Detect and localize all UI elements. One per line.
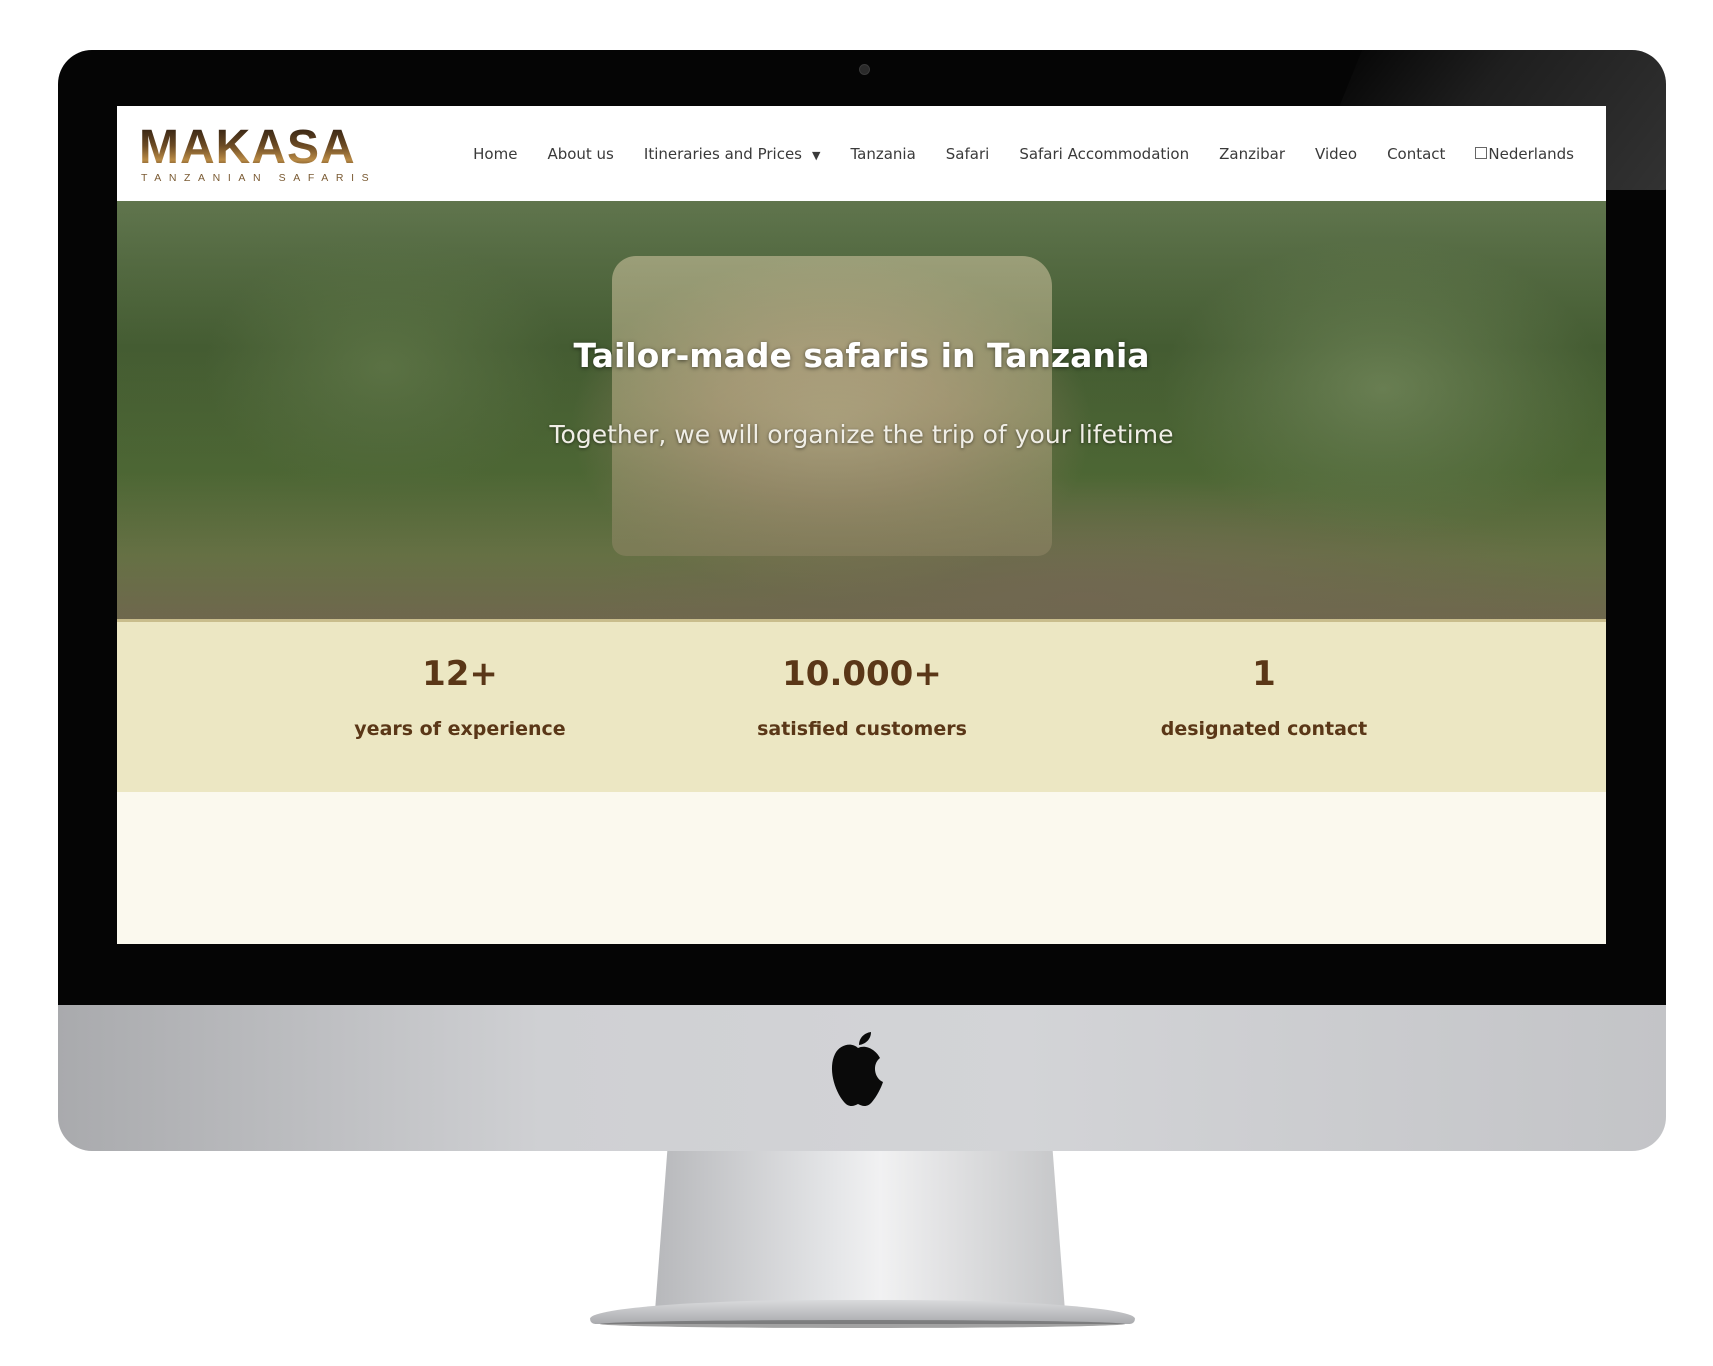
makasa-logo[interactable]: MAKASA TANZANIAN SAFARIS	[139, 124, 379, 186]
imac-stand	[655, 1151, 1065, 1311]
stats-band: 12+ years of experience 10.000+ satisfie…	[117, 619, 1606, 792]
webcam-icon	[859, 64, 870, 75]
stat-number: 12+	[422, 654, 498, 694]
stat-label: years of experience	[354, 718, 566, 740]
stat-contact: 1 designated contact	[1084, 654, 1444, 740]
language-label: Nederlands	[1488, 144, 1574, 163]
nav-contact[interactable]: Contact	[1387, 145, 1445, 163]
safari-vehicle-image	[612, 256, 1052, 556]
nav-tanzania[interactable]: Tanzania	[850, 145, 915, 163]
hero-subtitle: Together, we will organize the trip of y…	[549, 420, 1174, 449]
apple-logo-icon	[831, 1032, 883, 1106]
nav-safari-accommodation[interactable]: Safari Accommodation	[1019, 145, 1189, 163]
logo-wordmark: MAKASA	[139, 121, 356, 174]
nav-zanzibar[interactable]: Zanzibar	[1219, 145, 1285, 163]
site-header: MAKASA TANZANIAN SAFARIS Home About us I…	[117, 106, 1606, 201]
stat-label: designated contact	[1160, 718, 1368, 740]
nav-safari[interactable]: Safari	[946, 145, 990, 163]
nav-video[interactable]: Video	[1315, 145, 1357, 163]
stat-number: 10.000+	[782, 654, 942, 694]
nav-itineraries-label: Itineraries and Prices	[643, 144, 802, 163]
stat-experience: 12+ years of experience	[280, 654, 640, 740]
stat-number: 1	[1252, 654, 1276, 694]
dropdown-caret-icon: ▼	[812, 148, 821, 162]
nav-itineraries-and-prices[interactable]: Itineraries and Prices ▼	[644, 145, 821, 163]
stat-customers: 10.000+ satisfied customers	[682, 654, 1042, 740]
hero-banner: Tailor-made safaris in Tanzania Together…	[117, 201, 1606, 619]
flag-icon	[1475, 147, 1488, 159]
logo-tagline: TANZANIAN SAFARIS	[141, 172, 377, 184]
nav-language-nederlands[interactable]: Nederlands	[1475, 145, 1574, 163]
nav-about-us[interactable]: About us	[547, 145, 613, 163]
website-viewport: MAKASA TANZANIAN SAFARIS Home About us I…	[117, 106, 1606, 944]
nav-home[interactable]: Home	[473, 145, 517, 163]
stand-shadow	[600, 1320, 1125, 1328]
main-menu: Home About us Itineraries and Prices ▼ Ta…	[473, 106, 1574, 201]
hero-title: Tailor-made safaris in Tanzania	[573, 336, 1150, 375]
stat-label: satisfied customers	[757, 718, 967, 740]
